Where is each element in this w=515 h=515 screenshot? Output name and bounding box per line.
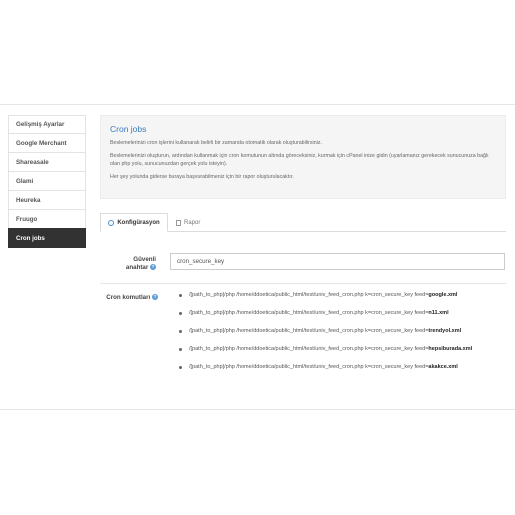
gear-icon — [108, 219, 115, 226]
command-path: /[path_to_php]/php /home/ddoetica/public… — [189, 346, 429, 352]
cron-commands-label: Cron komutları ? — [98, 294, 158, 301]
list-item: /[path_to_php]/php /home/ddoetica/public… — [178, 309, 508, 317]
cron-commands-label-text: Cron komutları — [106, 294, 151, 301]
document-icon — [176, 219, 181, 226]
tab-report[interactable]: Rapor — [176, 213, 200, 232]
list-item: /[path_to_php]/php /home/ddoetica/public… — [178, 327, 508, 335]
sidebar-item-glami[interactable]: Glami — [8, 171, 86, 191]
feed-file: google.xml — [428, 292, 458, 298]
feed-file: hepsiburada.xml — [428, 346, 473, 352]
help-icon[interactable]: ? — [150, 264, 156, 271]
tab-configuration-label: Konfigürasyon — [117, 219, 160, 226]
feed-file: n11.xml — [428, 310, 449, 316]
help-icon[interactable]: ? — [152, 294, 158, 301]
sidebar: Gelişmiş Ayarlar Google Merchant Shareas… — [8, 115, 86, 248]
secure-key-label: Güvenli anahtar ? — [110, 256, 156, 272]
secure-key-label-line2: anahtar — [125, 264, 149, 271]
info-panel: Cron jobs Beslemelerinizi cron işlerini … — [100, 115, 506, 199]
sidebar-item-advanced-settings[interactable]: Gelişmiş Ayarlar — [8, 115, 86, 134]
info-text-3: Her şey yolunda giderse buraya başvurabi… — [110, 174, 294, 181]
sidebar-item-cron-jobs[interactable]: Cron jobs — [8, 228, 86, 248]
info-text-1: Beslemelerinizi cron işlerini kullanarak… — [110, 140, 322, 146]
tab-report-label: Rapor — [184, 219, 201, 226]
command-path: /[path_to_php]/php /home/ddoetica/public… — [189, 364, 429, 370]
panel-title: Cron jobs — [110, 124, 147, 134]
sidebar-item-fruugo[interactable]: Fruugo — [8, 209, 86, 229]
command-path: /[path_to_php]/php /home/ddoetica/public… — [189, 328, 429, 334]
command-path: /[path_to_php]/php /home/ddoetica/public… — [189, 310, 429, 316]
tab-configuration[interactable]: Konfigürasyon — [100, 213, 168, 232]
list-item: /[path_to_php]/php /home/ddoetica/public… — [178, 291, 508, 299]
secure-key-input[interactable] — [170, 253, 505, 270]
command-path: /[path_to_php]/php /home/ddoetica/public… — [189, 292, 429, 298]
feed-file: trendyol.xml — [428, 328, 462, 334]
sidebar-item-heureka[interactable]: Heureka — [8, 190, 86, 210]
cron-command-list: /[path_to_php]/php /home/ddoetica/public… — [178, 291, 508, 381]
secure-key-label-line1: Güvenli — [133, 256, 156, 263]
sidebar-item-google-merchant[interactable]: Google Merchant — [8, 133, 86, 153]
tab-bar: Konfigürasyon Rapor — [100, 213, 506, 232]
info-text-2: Beslemelerinizi oluşturun, ardından kull… — [110, 153, 489, 167]
sidebar-item-shareasale[interactable]: Shareasale — [8, 152, 86, 172]
list-item: /[path_to_php]/php /home/ddoetica/public… — [178, 345, 508, 353]
list-item: /[path_to_php]/php /home/ddoetica/public… — [178, 363, 508, 371]
feed-file: akakce.xml — [428, 364, 458, 370]
divider — [100, 283, 506, 284]
